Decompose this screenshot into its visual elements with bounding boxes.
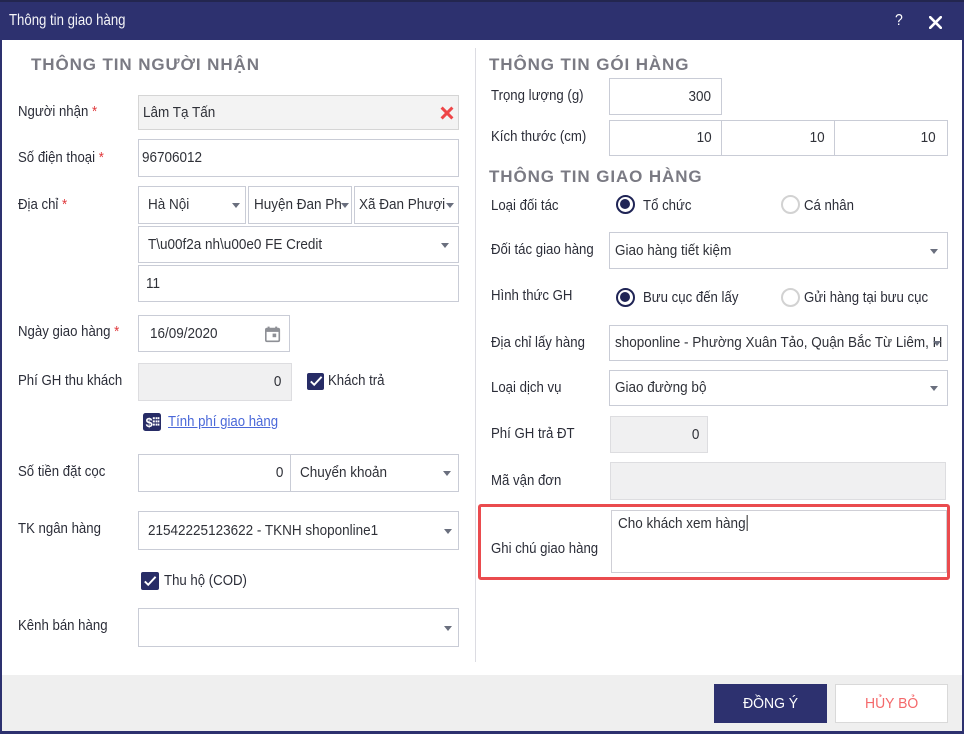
svg-text:$: $	[146, 416, 153, 430]
